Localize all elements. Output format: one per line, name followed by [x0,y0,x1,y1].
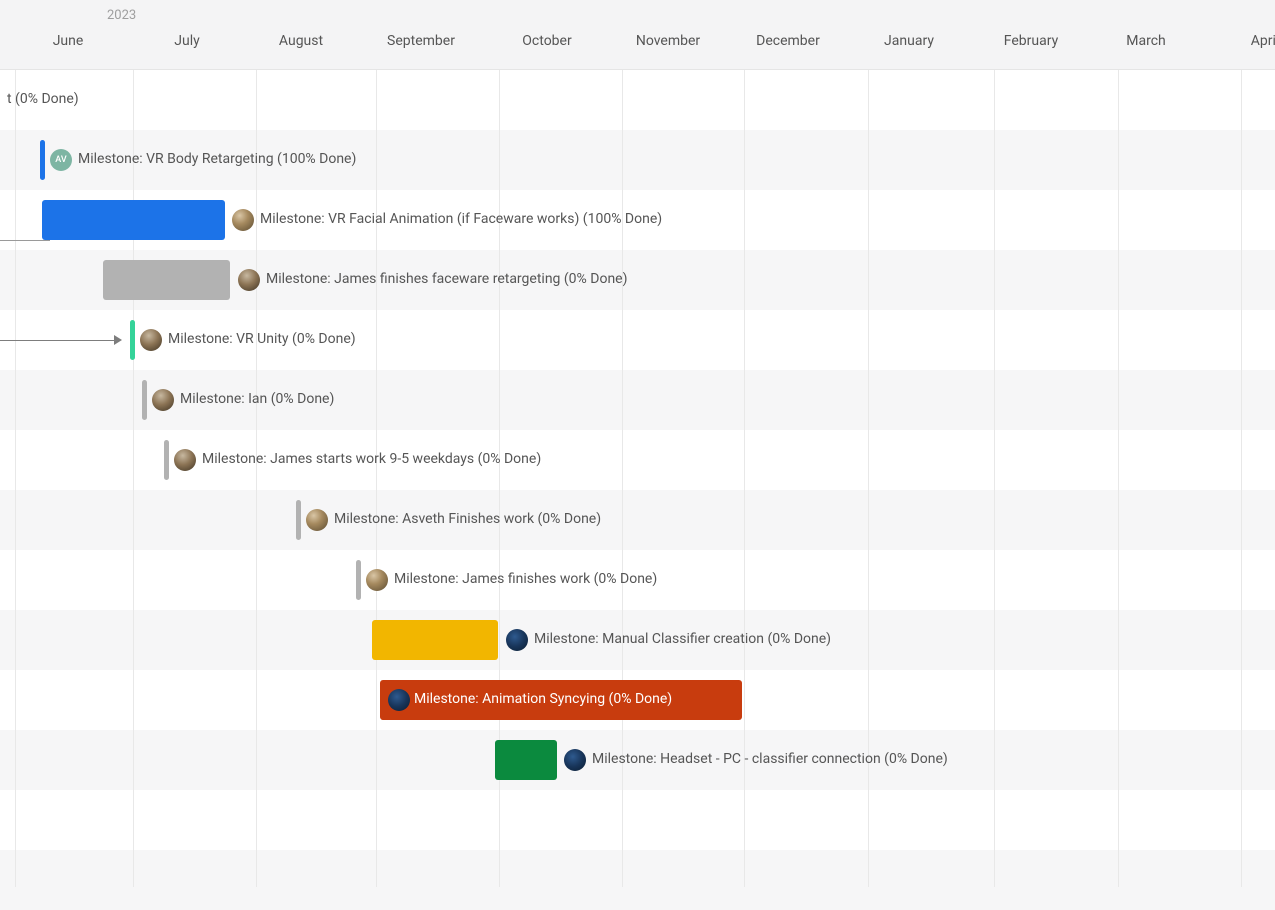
month-label[interactable]: August [279,33,323,49]
task-label: Milestone: VR Facial Animation (if Facew… [260,211,662,227]
task-label: Milestone: James finishes work (0% Done) [394,571,657,587]
gantt-row[interactable]: Milestone: VR Unity (0% Done) [0,310,1275,370]
month-label[interactable]: January [884,33,934,49]
gantt-row[interactable]: Milestone: Manual Classifier creation (0… [0,610,1275,670]
year-label: 2023 [107,8,136,23]
milestone-marker[interactable] [164,440,169,480]
gantt-row[interactable]: Milestone: Animation Syncying (0% Done) [0,670,1275,730]
dependency-arrow-icon [114,335,122,345]
task-label: Milestone: Headset - PC - classifier con… [592,751,948,767]
task-bar[interactable] [372,620,498,660]
month-label[interactable]: April [1251,33,1275,49]
timeline-header[interactable]: 2023 June July August September October Novem… [0,0,1275,70]
gantt-row[interactable]: Milestone: James finishes faceware retar… [0,250,1275,310]
gantt-row[interactable]: Milestone: Ian (0% Done) [0,370,1275,430]
gantt-rows[interactable]: t (0% Done) AV Milestone: VR Body Retarget… [0,70,1275,887]
grid-line [1241,70,1242,887]
month-label[interactable]: July [174,33,199,49]
assignee-avatar[interactable] [388,689,410,711]
task-bar[interactable] [495,740,557,780]
month-label[interactable]: September [387,33,455,49]
milestone-marker[interactable] [142,380,147,420]
grid-line [15,70,16,887]
month-label[interactable]: November [636,33,700,49]
gantt-row[interactable]: Milestone: James finishes work (0% Done) [0,550,1275,610]
month-label[interactable]: December [756,33,820,49]
assignee-avatar[interactable] [306,509,328,531]
assignee-avatar[interactable] [174,449,196,471]
task-label: Milestone: Animation Syncying (0% Done) [414,691,672,707]
month-label[interactable]: February [1004,33,1058,49]
month-label[interactable]: October [522,33,571,49]
gantt-row[interactable]: AV Milestone: VR Body Retargeting (100% D… [0,130,1275,190]
task-label: Milestone: Asveth Finishes work (0% Done… [334,511,601,527]
milestone-marker[interactable] [130,320,135,360]
gantt-row[interactable]: Milestone: Headset - PC - classifier con… [0,730,1275,790]
gantt-row[interactable]: t (0% Done) [0,70,1275,130]
dependency-line [0,340,114,341]
assignee-avatar[interactable] [366,569,388,591]
gantt-row[interactable] [0,790,1275,850]
month-label[interactable]: June [53,33,84,49]
assignee-avatar[interactable] [564,749,586,771]
gantt-row[interactable]: Milestone: Asveth Finishes work (0% Done… [0,490,1275,550]
milestone-marker[interactable] [40,140,45,180]
task-bar[interactable] [103,260,230,300]
assignee-avatar[interactable] [140,329,162,351]
task-label: Milestone: James finishes faceware retar… [266,271,627,287]
milestone-marker[interactable] [296,500,301,540]
gantt-row[interactable]: Milestone: James starts work 9-5 weekday… [0,430,1275,490]
grid-line [376,70,377,887]
task-label: Milestone: VR Body Retargeting (100% Don… [78,151,356,167]
task-bar[interactable] [42,200,225,240]
grid-line [133,70,134,887]
dependency-line [0,240,50,241]
task-label: Milestone: VR Unity (0% Done) [168,331,356,347]
assignee-avatar[interactable]: AV [50,149,72,171]
grid-line [994,70,995,887]
task-label: Milestone: Manual Classifier creation (0… [534,631,831,647]
gantt-row[interactable]: Milestone: VR Facial Animation (if Facew… [0,190,1275,250]
assignee-avatar[interactable] [238,269,260,291]
grid-line [256,70,257,887]
task-label: Milestone: Ian (0% Done) [180,391,334,407]
task-label: Milestone: James starts work 9-5 weekday… [202,451,541,467]
assignee-avatar[interactable] [152,389,174,411]
milestone-marker[interactable] [356,560,361,600]
gantt-row[interactable] [0,850,1275,910]
grid-line [1118,70,1119,887]
month-label[interactable]: March [1126,33,1166,49]
assignee-avatar[interactable] [232,209,254,231]
task-label-partial: t (0% Done) [7,91,79,107]
assignee-avatar[interactable] [506,629,528,651]
